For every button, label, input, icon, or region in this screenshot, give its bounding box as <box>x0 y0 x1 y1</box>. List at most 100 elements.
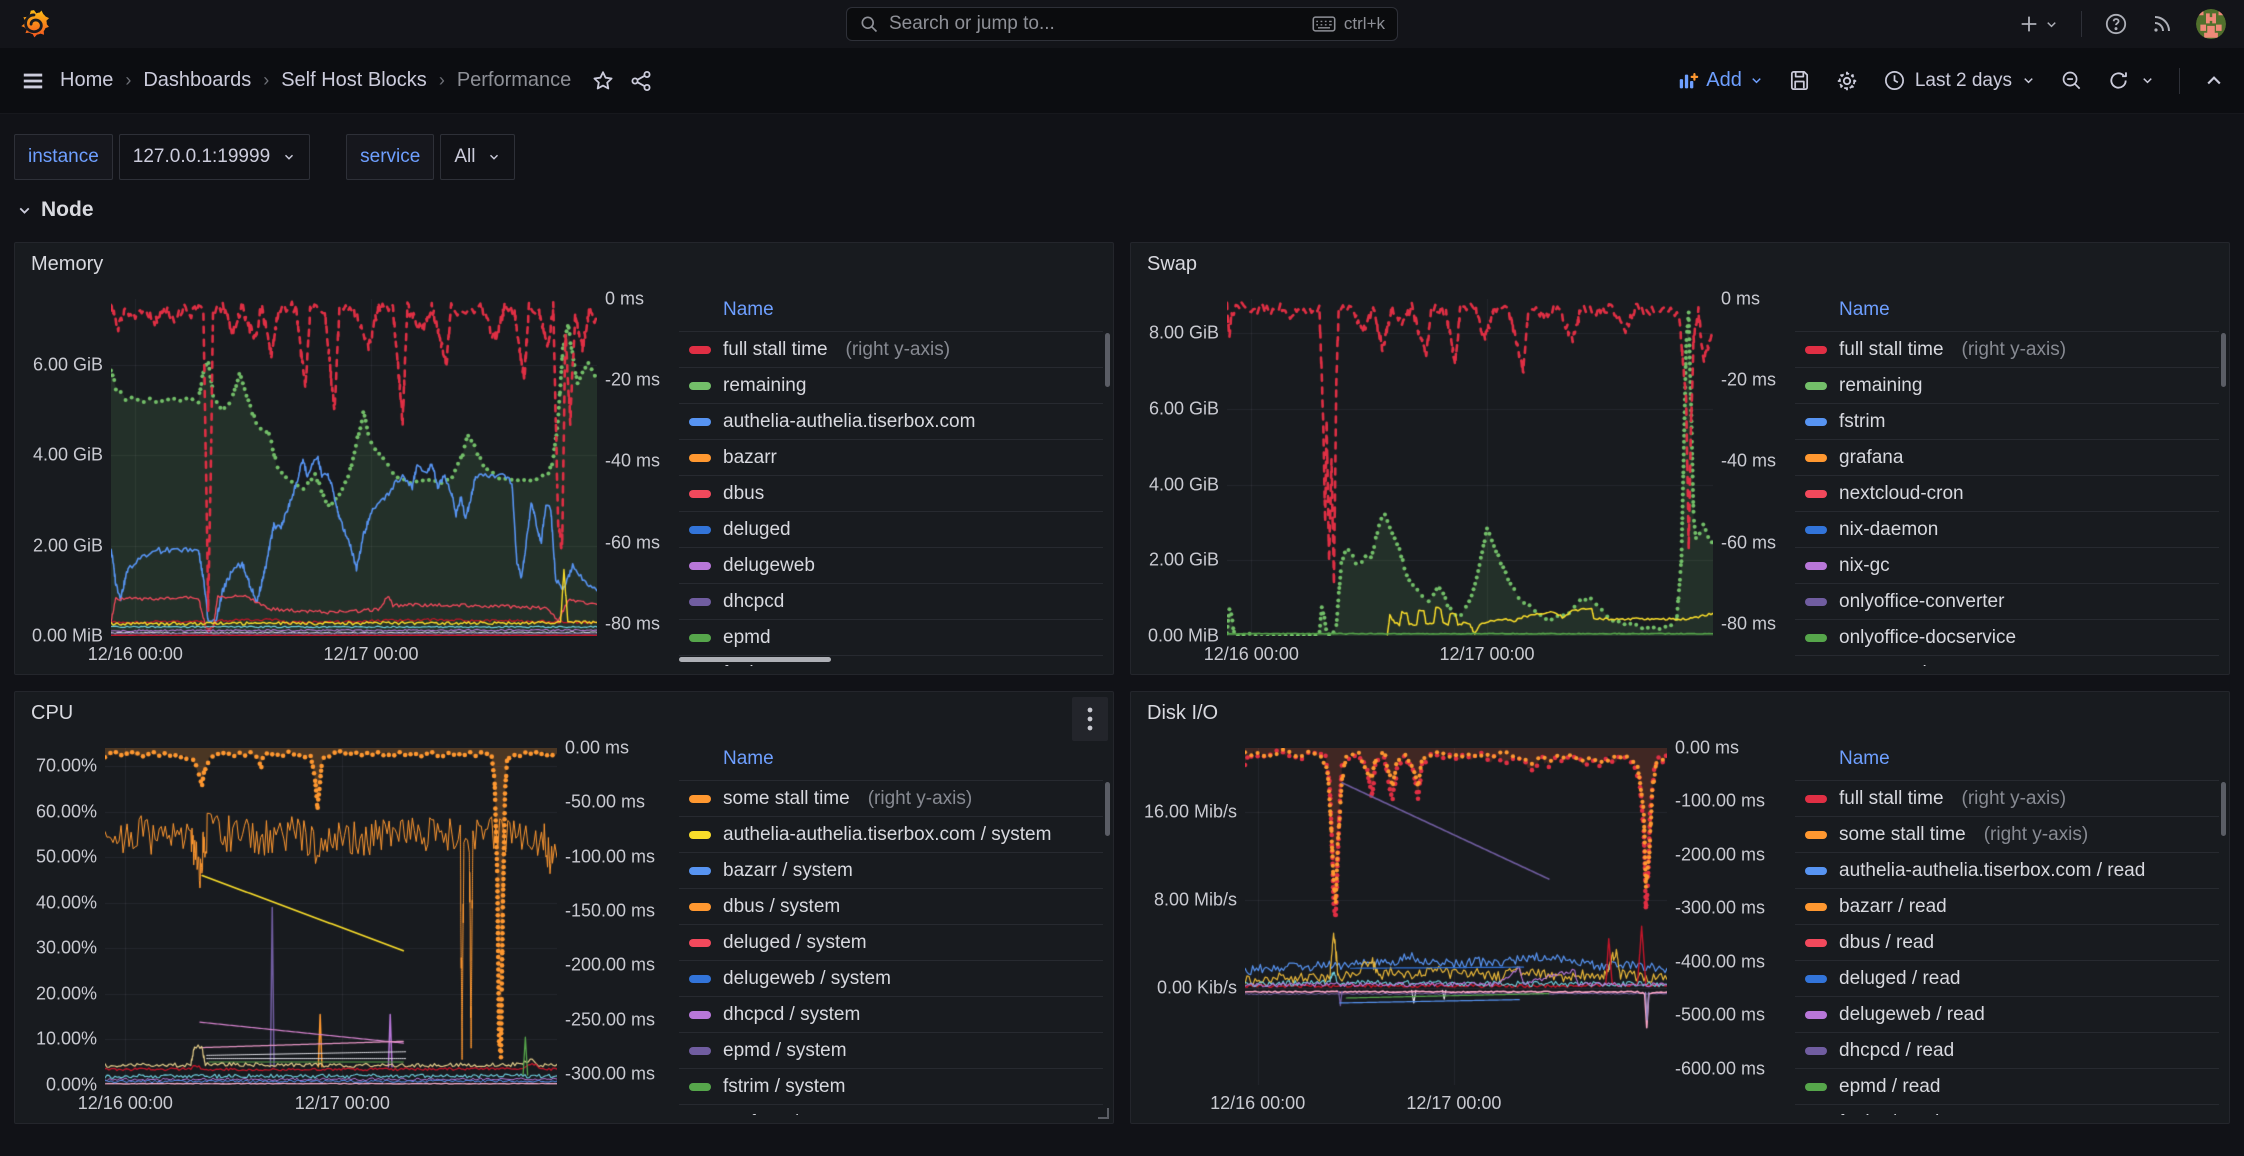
panel-title[interactable]: Memory <box>31 253 103 276</box>
search-input[interactable]: Search or jump to... ctrl+k <box>846 7 1398 41</box>
legend-series-label: authelia-authelia.tiserbox.com / read <box>1839 860 2145 882</box>
favorite-button[interactable] <box>591 69 615 93</box>
panel-title[interactable]: CPU <box>31 702 73 725</box>
legend-item[interactable]: deluged / read <box>1795 960 2219 996</box>
legend-series-label: grafana <box>1839 447 1903 469</box>
legend-item[interactable]: fstrim / read <box>1795 1104 2219 1115</box>
legend-item[interactable]: dhcpcd / system <box>679 996 1103 1032</box>
clock-icon <box>1883 69 1906 92</box>
variable-instance-label[interactable]: instance <box>14 134 113 180</box>
panel-title[interactable]: Disk I/O <box>1147 702 1218 725</box>
plus-icon <box>2018 13 2040 35</box>
legend-item[interactable]: fstrim / system <box>679 1068 1103 1104</box>
y-axis-tick-label: -100.00 ms <box>1675 791 1765 812</box>
legend-series-label: onlyoffice-converter <box>1839 591 2004 613</box>
chart-plot-area[interactable] <box>111 299 597 636</box>
topbar-divider <box>2081 11 2082 37</box>
panel-resize-handle[interactable] <box>1098 1108 1109 1119</box>
y-axis-left: 8.00 GiB6.00 GiB4.00 GiB2.00 GiB0.00 MiB <box>1141 299 1219 636</box>
legend-item[interactable]: dbus / read <box>1795 924 2219 960</box>
legend-series-label: fstrim / system <box>723 1076 845 1098</box>
legend-item[interactable]: onlyoffice-docservice <box>1795 619 2219 655</box>
legend-scrollbar[interactable] <box>2221 782 2226 836</box>
mega-menu-button[interactable] <box>20 68 46 94</box>
legend-h-scrollbar[interactable] <box>679 657 831 662</box>
legend-item[interactable]: remaining <box>1795 367 2219 403</box>
add-panel-icon <box>1677 70 1699 92</box>
legend-item[interactable]: bazarr <box>679 439 1103 475</box>
y-axis-tick-label: 30.00% <box>36 938 97 959</box>
breadcrumb-separator: › <box>263 70 269 91</box>
collapse-toolbar-button[interactable] <box>2204 71 2224 91</box>
y-axis-tick-label: 2.00 GiB <box>1149 550 1219 571</box>
grafana-logo[interactable] <box>18 8 50 40</box>
legend-item[interactable]: some stall time(right y-axis) <box>679 780 1103 816</box>
zoom-out-button[interactable] <box>2060 69 2083 92</box>
legend-item[interactable]: bazarr / system <box>679 852 1103 888</box>
legend-item[interactable]: nix-gc <box>1795 547 2219 583</box>
legend-item[interactable]: authelia-authelia.tiserbox.com / read <box>1795 852 2219 888</box>
legend-item[interactable]: nix-daemon <box>1795 511 2219 547</box>
refresh-button[interactable] <box>2107 69 2155 92</box>
legend-item[interactable]: postgresql <box>1795 655 2219 666</box>
variable-instance-value[interactable]: 127.0.0.1:19999 <box>119 134 310 180</box>
share-button[interactable] <box>629 69 653 93</box>
y-axis-left: 16.00 Mib/s8.00 Mib/s0.00 Kib/s <box>1141 748 1237 1085</box>
legend-item[interactable]: dhcpcd <box>679 583 1103 619</box>
legend-item[interactable]: epmd <box>679 619 1103 655</box>
legend-series-label: dbus / read <box>1839 932 1934 954</box>
legend-item[interactable]: nextcloud-cron <box>1795 475 2219 511</box>
help-button[interactable] <box>2104 12 2128 36</box>
legend-item[interactable]: delugeweb <box>679 547 1103 583</box>
legend-scrollbar[interactable] <box>2221 333 2226 387</box>
variable-service-label[interactable]: service <box>346 134 434 180</box>
legend-item[interactable]: full stall time(right y-axis) <box>1795 331 2219 367</box>
legend-item[interactable]: authelia-authelia.tiserbox.com <box>679 403 1103 439</box>
legend-series-swatch <box>1805 1047 1827 1055</box>
legend-series-label: fstrim <box>723 663 769 667</box>
breadcrumb-home[interactable]: Home <box>60 69 113 92</box>
legend-item[interactable]: onlyoffice-converter <box>1795 583 2219 619</box>
chart-plot-area[interactable] <box>105 748 557 1085</box>
legend-item[interactable]: fstrim <box>1795 403 2219 439</box>
legend-series-swatch <box>689 418 711 426</box>
legend-item[interactable]: authelia-authelia.tiserbox.com / system <box>679 816 1103 852</box>
legend-item[interactable]: dbus / system <box>679 888 1103 924</box>
legend-item[interactable]: grafana / system <box>679 1104 1103 1115</box>
legend-item[interactable]: dbus <box>679 475 1103 511</box>
legend-series-swatch <box>689 939 711 947</box>
legend-series-label: dhcpcd / system <box>723 1004 860 1026</box>
legend-item[interactable]: remaining <box>679 367 1103 403</box>
legend-item[interactable]: epmd / system <box>679 1032 1103 1068</box>
legend-item[interactable]: some stall time(right y-axis) <box>1795 816 2219 852</box>
chart-plot-area[interactable] <box>1227 299 1713 636</box>
save-dashboard-button[interactable] <box>1788 69 1811 92</box>
row-node-toggle[interactable]: Node <box>16 198 2230 222</box>
legend-item[interactable]: deluged <box>679 511 1103 547</box>
share-icon <box>629 69 653 93</box>
breadcrumb-dashboards[interactable]: Dashboards <box>143 69 251 92</box>
chart-plot-area[interactable] <box>1245 748 1667 1085</box>
new-menu-button[interactable] <box>2018 13 2059 35</box>
legend-item[interactable]: bazarr / read <box>1795 888 2219 924</box>
legend-item[interactable]: delugeweb / read <box>1795 996 2219 1032</box>
user-avatar[interactable] <box>2196 9 2226 39</box>
legend-item[interactable]: delugeweb / system <box>679 960 1103 996</box>
y-axis-tick-label: -600.00 ms <box>1675 1058 1765 1079</box>
time-range-picker[interactable]: Last 2 days <box>1883 69 2036 92</box>
news-button[interactable] <box>2150 12 2174 36</box>
legend-item[interactable]: full stall time(right y-axis) <box>679 331 1103 367</box>
legend-scrollbar[interactable] <box>1105 333 1110 387</box>
legend-item[interactable]: deluged / system <box>679 924 1103 960</box>
legend-item[interactable]: dhcpcd / read <box>1795 1032 2219 1068</box>
legend-item[interactable]: epmd / read <box>1795 1068 2219 1104</box>
legend-item[interactable]: grafana <box>1795 439 2219 475</box>
dashboard-settings-button[interactable] <box>1835 69 1859 93</box>
legend-item[interactable]: full stall time(right y-axis) <box>1795 780 2219 816</box>
variable-service-value[interactable]: All <box>440 134 515 180</box>
y-axis-tick-label: -40 ms <box>1721 451 1776 472</box>
legend-scrollbar[interactable] <box>1105 782 1110 836</box>
add-panel-button[interactable]: Add <box>1677 69 1764 92</box>
breadcrumb-folder[interactable]: Self Host Blocks <box>281 69 427 92</box>
panel-title[interactable]: Swap <box>1147 253 1197 276</box>
